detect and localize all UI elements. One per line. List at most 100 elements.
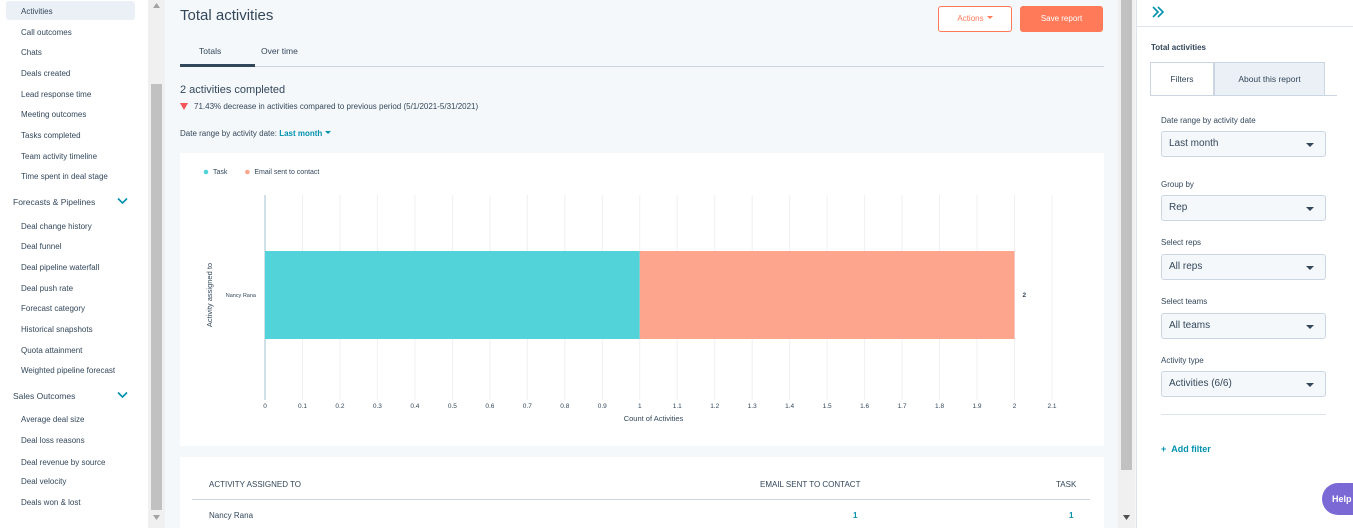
date-range-select[interactable]: Last month xyxy=(1161,131,1326,157)
table-divider xyxy=(192,499,1090,500)
filter-label-date-range: Date range by activity date xyxy=(1161,116,1256,125)
x-tick-label: 0.4 xyxy=(410,403,419,410)
x-axis-title: Count of Activities xyxy=(624,414,684,423)
sidebar-item-quota-attainment[interactable]: Quota attainment xyxy=(21,346,82,355)
sidebar-item-call-outcomes[interactable]: Call outcomes xyxy=(21,28,72,37)
x-tick-label: 0.2 xyxy=(335,403,344,410)
sidebar-item-deal-velocity[interactable]: Deal velocity xyxy=(21,477,66,486)
scroll-down-arrow-icon[interactable] xyxy=(1122,514,1131,521)
active-tab-indicator xyxy=(180,64,255,67)
sidebar-item-lead-response-time[interactable]: Lead response time xyxy=(21,90,91,99)
panel-divider xyxy=(1137,26,1353,27)
sidebar-item-deal-pipeline-waterfall[interactable]: Deal pipeline waterfall xyxy=(21,263,99,272)
x-tick-label: 1.9 xyxy=(973,403,982,410)
table-cell-rep: Nancy Rana xyxy=(209,511,254,520)
sidebar-item-chats[interactable]: Chats xyxy=(21,48,42,57)
sidebar-item-activities[interactable]: Activities xyxy=(6,1,135,20)
y-axis-title: Activity assigned to xyxy=(205,263,214,327)
tabs-divider xyxy=(180,66,1104,67)
x-tick-label: 0.7 xyxy=(523,403,532,410)
chevron-down-icon[interactable] xyxy=(117,391,128,399)
x-tick-label: 1.1 xyxy=(673,403,682,410)
teams-select[interactable]: All teams xyxy=(1161,313,1326,339)
sidebar-item-historical-snapshots[interactable]: Historical snapshots xyxy=(21,325,93,334)
sidebar-item-average-deal-size[interactable]: Average deal size xyxy=(21,415,84,424)
sidebar-item-deal-change-history[interactable]: Deal change history xyxy=(21,222,92,231)
decrease-arrow-icon xyxy=(180,103,188,110)
sidebar-item-forecast-category[interactable]: Forecast category xyxy=(21,304,85,313)
scroll-down-arrow-icon[interactable] xyxy=(152,514,161,521)
date-range-dropdown[interactable]: Last month xyxy=(279,129,332,138)
caret-down-icon xyxy=(1306,383,1314,387)
sidebar-item-tasks-completed[interactable]: Tasks completed xyxy=(21,131,81,140)
sidebar-item-deals-created[interactable]: Deals created xyxy=(21,69,70,78)
date-range-value: Last month xyxy=(279,129,323,138)
plus-icon: + xyxy=(1161,444,1167,454)
table-header-task[interactable]: Task xyxy=(1056,480,1076,489)
sidebar-scroll-thumb[interactable] xyxy=(151,84,162,510)
add-filter-label: Add filter xyxy=(1171,444,1211,454)
save-report-button[interactable]: Save report xyxy=(1020,6,1103,32)
activities-bar-chart: 0 0.1 0.2 0.3 0.4 0.5 0.6 0.7 0.8 0.9 1 1.1 1.2 1.3 1.… xyxy=(203,169,1057,423)
sidebar-item-deal-push-rate[interactable]: Deal push rate xyxy=(21,284,73,293)
page-title: Total activities xyxy=(180,7,274,24)
sidebar-scrollbar[interactable] xyxy=(148,0,165,528)
bar-task xyxy=(265,251,640,339)
x-tick-label: 0.6 xyxy=(485,403,494,410)
help-button[interactable]: Help xyxy=(1322,483,1353,515)
tab-filters[interactable]: Filters xyxy=(1150,62,1214,96)
actions-label: Actions xyxy=(957,14,984,23)
report-main: Total activities Actions Save report Tot… xyxy=(165,0,1118,528)
sidebar-item-deal-loss-reasons[interactable]: Deal loss reasons xyxy=(21,436,85,445)
x-tick-label: 2.1 xyxy=(1047,403,1056,410)
legend-marker xyxy=(203,169,209,175)
caret-down-icon xyxy=(325,131,332,134)
x-tick-label: 0.9 xyxy=(598,403,607,410)
change-text: 71.43% decrease in activities compared t… xyxy=(194,102,479,111)
x-tick-label: 0.5 xyxy=(448,403,457,410)
table-header-email-sent-to-contact[interactable]: Email sent to contact xyxy=(760,480,860,489)
chevron-down-icon[interactable] xyxy=(117,197,128,205)
x-tick-label: 0.1 xyxy=(298,403,307,410)
add-filter-button[interactable]: + Add filter xyxy=(1161,444,1211,454)
tab-about-this-report[interactable]: About this report xyxy=(1214,62,1325,96)
legend-label: Task xyxy=(213,169,228,176)
caret-down-icon xyxy=(1306,325,1314,329)
table-cell-email-count[interactable]: 1 xyxy=(853,511,857,520)
chart-card: 0 0.1 0.2 0.3 0.4 0.5 0.6 0.7 0.8 0.9 1 1.1 1.2 1.3 1.… xyxy=(180,153,1104,446)
sidebar-item-meeting-outcomes[interactable]: Meeting outcomes xyxy=(21,110,86,119)
x-tick-label: 2 xyxy=(1013,403,1017,410)
sidebar-section-sales-outcomes[interactable]: Sales Outcomes xyxy=(13,391,75,401)
sidebar-item-time-spent-in-deal-stage[interactable]: Time spent in deal stage xyxy=(21,172,108,181)
scroll-up-arrow-icon[interactable] xyxy=(152,2,161,9)
tab-over-time[interactable]: Over time xyxy=(261,46,298,56)
sidebar-item-deal-funnel[interactable]: Deal funnel xyxy=(21,242,61,251)
teams-select-value: All teams xyxy=(1169,320,1211,331)
date-range-label: Date range by activity date: xyxy=(180,129,277,138)
group-by-select-value: Rep xyxy=(1169,202,1188,213)
table-header-activity-assigned-to[interactable]: Activity assigned to xyxy=(209,480,301,489)
x-tick-label: 1.2 xyxy=(710,403,719,410)
sidebar-section-forecasts-pipelines[interactable]: Forecasts & Pipelines xyxy=(13,197,95,207)
group-by-select[interactable]: Rep xyxy=(1161,195,1326,221)
reps-select[interactable]: All reps xyxy=(1161,254,1326,280)
sidebar-item-weighted-pipeline-forecast[interactable]: Weighted pipeline forecast xyxy=(21,366,115,375)
caret-down-icon xyxy=(1306,266,1314,270)
filter-label-select-teams: Select teams xyxy=(1161,297,1208,306)
x-tick-label: 0 xyxy=(263,403,267,410)
double-chevron-right-icon[interactable] xyxy=(1151,6,1165,18)
activities-count: 2 activities completed xyxy=(180,84,286,96)
sidebar-item-deals-won-lost[interactable]: Deals won & lost xyxy=(21,498,81,507)
tab-totals[interactable]: Totals xyxy=(199,46,221,56)
report-sidebar: Activities Call outcomes Chats Deals cre… xyxy=(0,0,148,528)
actions-button[interactable]: Actions xyxy=(938,6,1012,32)
x-tick-label: 0.8 xyxy=(560,403,569,410)
table-cell-task-count[interactable]: 1 xyxy=(1069,511,1073,520)
activity-type-select[interactable]: Activities (6/6) xyxy=(1161,371,1326,397)
x-tick-label: 0.3 xyxy=(373,403,382,410)
main-scroll-thumb[interactable] xyxy=(1121,0,1132,470)
sidebar-item-deal-revenue-by-source[interactable]: Deal revenue by source xyxy=(21,458,106,467)
main-scrollbar[interactable] xyxy=(1118,0,1135,528)
sidebar-item-team-activity-timeline[interactable]: Team activity timeline xyxy=(21,152,97,161)
filter-label-group-by: Group by xyxy=(1161,180,1194,189)
